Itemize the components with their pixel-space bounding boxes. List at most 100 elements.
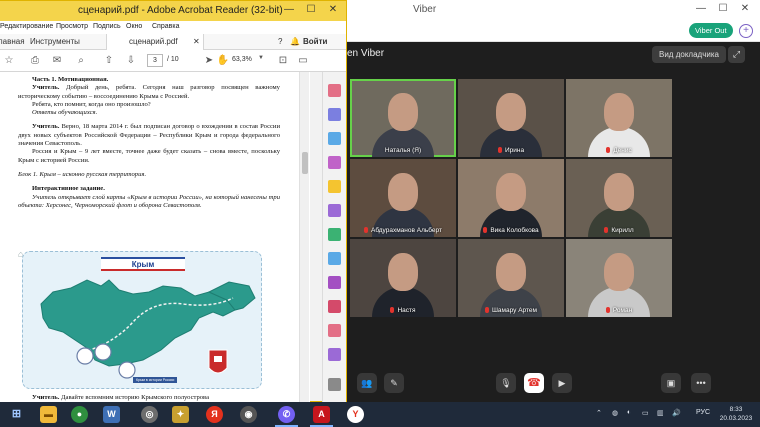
muted-mic-icon bbox=[484, 307, 489, 313]
network-icon[interactable]: ▥ bbox=[657, 409, 664, 417]
participant-tile[interactable]: Кирилл bbox=[566, 159, 672, 237]
viber-window: Viber — ☐ ✕ Viber Out + en Viber Вид докла… bbox=[347, 0, 760, 402]
tray-expand-icon[interactable]: ⌃ bbox=[596, 409, 602, 417]
comment-tool-icon[interactable] bbox=[328, 180, 341, 193]
expand-icon[interactable]: ⤢ bbox=[728, 46, 745, 63]
tab-home[interactable]: лавная bbox=[0, 37, 25, 46]
muted-mic-icon bbox=[497, 147, 502, 153]
export-pdf-icon[interactable] bbox=[328, 204, 341, 217]
crimea-map-graphic bbox=[40, 279, 256, 379]
file-explorer-icon[interactable]: ▬ bbox=[40, 406, 57, 423]
camera-app-icon[interactable]: ◉ bbox=[240, 406, 257, 423]
edit-icon[interactable]: ✎ bbox=[384, 373, 404, 393]
doc-paragraph: Ребята, кто помнит, когда оно произошло? bbox=[32, 100, 151, 108]
help-icon[interactable]: ? bbox=[278, 37, 282, 46]
media-player-icon[interactable]: ◎ bbox=[141, 406, 158, 423]
minimize-icon[interactable]: — bbox=[690, 3, 712, 14]
minimize-icon[interactable]: — bbox=[278, 4, 300, 15]
zoom-dropdown-icon[interactable]: ▼ bbox=[258, 55, 264, 61]
protect-icon[interactable] bbox=[328, 300, 341, 313]
combine-files-icon[interactable] bbox=[328, 132, 341, 145]
paint-icon[interactable]: ✦ bbox=[172, 406, 189, 423]
chrome-icon[interactable]: ● bbox=[71, 406, 88, 423]
end-call-icon[interactable]: ☎ bbox=[524, 373, 544, 393]
map-title: Крым bbox=[101, 257, 185, 271]
send-icon[interactable] bbox=[328, 324, 341, 337]
maximize-icon[interactable]: ☐ bbox=[300, 4, 322, 15]
viber-out-button[interactable]: Viber Out bbox=[689, 23, 733, 38]
tab-tools[interactable]: Инструменты bbox=[30, 37, 80, 46]
clock[interactable]: 8:33 20.03.2023 bbox=[716, 405, 756, 423]
doc-paragraph: Ответы обучающихся. bbox=[18, 109, 280, 117]
fit-page-icon[interactable]: ⊡ bbox=[276, 54, 290, 68]
search-tool-icon[interactable] bbox=[328, 84, 341, 97]
participant-face bbox=[388, 253, 418, 291]
cursor-icon[interactable]: ➤ bbox=[202, 54, 216, 68]
add-icon[interactable]: + bbox=[739, 24, 753, 38]
tab-close-icon[interactable]: ✕ bbox=[193, 37, 200, 46]
fill-sign-icon[interactable] bbox=[328, 276, 341, 289]
hand-icon[interactable]: ✋ bbox=[216, 54, 230, 68]
participant-tile[interactable]: Наталья (Я) bbox=[350, 79, 456, 157]
participant-face bbox=[496, 93, 526, 131]
participant-tile[interactable]: Ирина bbox=[458, 79, 564, 157]
panel-collapse-icon[interactable] bbox=[328, 378, 341, 391]
sign-in-button[interactable]: Войти bbox=[303, 37, 327, 46]
muted-mic-icon bbox=[604, 227, 609, 233]
screen-share-icon[interactable]: ▣ bbox=[661, 373, 681, 393]
organize-pages-icon[interactable] bbox=[328, 228, 341, 241]
volume-icon[interactable]: 🔊 bbox=[672, 409, 681, 417]
document-scrollbar[interactable] bbox=[299, 72, 309, 403]
participant-tile[interactable]: Абдурахманов Альберт bbox=[350, 159, 456, 237]
language-indicator[interactable]: РУС bbox=[696, 409, 710, 416]
menu-help[interactable]: Справка bbox=[152, 23, 179, 30]
page-number-input[interactable]: 3 bbox=[147, 54, 163, 67]
close-icon[interactable]: ✕ bbox=[322, 4, 344, 15]
maximize-icon[interactable]: ☐ bbox=[712, 3, 734, 14]
page-up-icon[interactable]: ⇧ bbox=[102, 54, 116, 68]
mic-icon[interactable]: 🎙 bbox=[496, 373, 516, 393]
participants-icon[interactable]: 👥 bbox=[357, 373, 377, 393]
participant-tile[interactable]: Вика Колобкова bbox=[458, 159, 564, 237]
menu-window[interactable]: Окно bbox=[126, 23, 142, 30]
search-icon[interactable]: ⌕ bbox=[74, 54, 88, 68]
word-icon[interactable]: W bbox=[103, 406, 120, 423]
camera-icon[interactable]: ▶ bbox=[552, 373, 572, 393]
participant-tile[interactable]: Денис bbox=[566, 79, 672, 157]
participant-tile[interactable]: Роман bbox=[566, 239, 672, 317]
email-icon[interactable]: ✉ bbox=[50, 54, 64, 68]
print-icon[interactable]: ⎙ bbox=[28, 54, 42, 68]
doc-heading-2: Интерактивное задание. bbox=[32, 185, 105, 193]
close-icon[interactable]: ✕ bbox=[734, 3, 756, 14]
battery-icon[interactable]: ▭ bbox=[642, 409, 649, 417]
tools-panel bbox=[322, 72, 346, 403]
more-icon[interactable]: ••• bbox=[691, 373, 711, 393]
more-tools-icon[interactable] bbox=[328, 348, 341, 361]
doc-italic: Учитель открывает слой карты «Крым в ист… bbox=[18, 193, 280, 209]
yandex-icon[interactable]: Я bbox=[206, 406, 223, 423]
yandex-browser-icon[interactable]: Y bbox=[347, 406, 364, 423]
menu-view[interactable]: Просмотр bbox=[56, 23, 88, 30]
participant-tile[interactable]: Шамару Артем bbox=[458, 239, 564, 317]
page-down-icon[interactable]: ⇩ bbox=[124, 54, 138, 68]
participant-tile[interactable]: Настя bbox=[350, 239, 456, 317]
bell-icon[interactable]: 🔔 bbox=[290, 37, 300, 46]
windows-start-icon[interactable]: ⊞ bbox=[8, 406, 25, 423]
create-pdf-icon[interactable] bbox=[328, 108, 341, 121]
doc-speaker: Учитель. bbox=[32, 84, 60, 92]
zoom-level[interactable]: 63,3% bbox=[232, 56, 252, 63]
doc-paragraph: Блок 1. Крым – исконно русская территори… bbox=[18, 171, 280, 179]
tray-app-icon[interactable]: ◍ bbox=[612, 409, 618, 417]
edit-pdf-icon[interactable] bbox=[328, 156, 341, 169]
scan-icon[interactable] bbox=[328, 252, 341, 265]
tab-document[interactable]: сценарий.pdf ✕ bbox=[106, 34, 204, 50]
tray-app-icon[interactable]: ◐ bbox=[627, 409, 631, 416]
speaker-view-button[interactable]: Вид докладчика bbox=[652, 46, 726, 63]
comment-icon[interactable]: ▭ bbox=[296, 54, 310, 68]
menu-edit[interactable]: Редактирование bbox=[0, 23, 53, 30]
acrobat-taskbar-icon[interactable]: A bbox=[313, 406, 330, 423]
viber-taskbar-icon[interactable]: ✆ bbox=[278, 406, 295, 423]
star-icon[interactable]: ☆ bbox=[2, 54, 16, 68]
menu-sign[interactable]: Подпись bbox=[93, 23, 121, 30]
scrollbar-thumb[interactable] bbox=[302, 152, 308, 174]
